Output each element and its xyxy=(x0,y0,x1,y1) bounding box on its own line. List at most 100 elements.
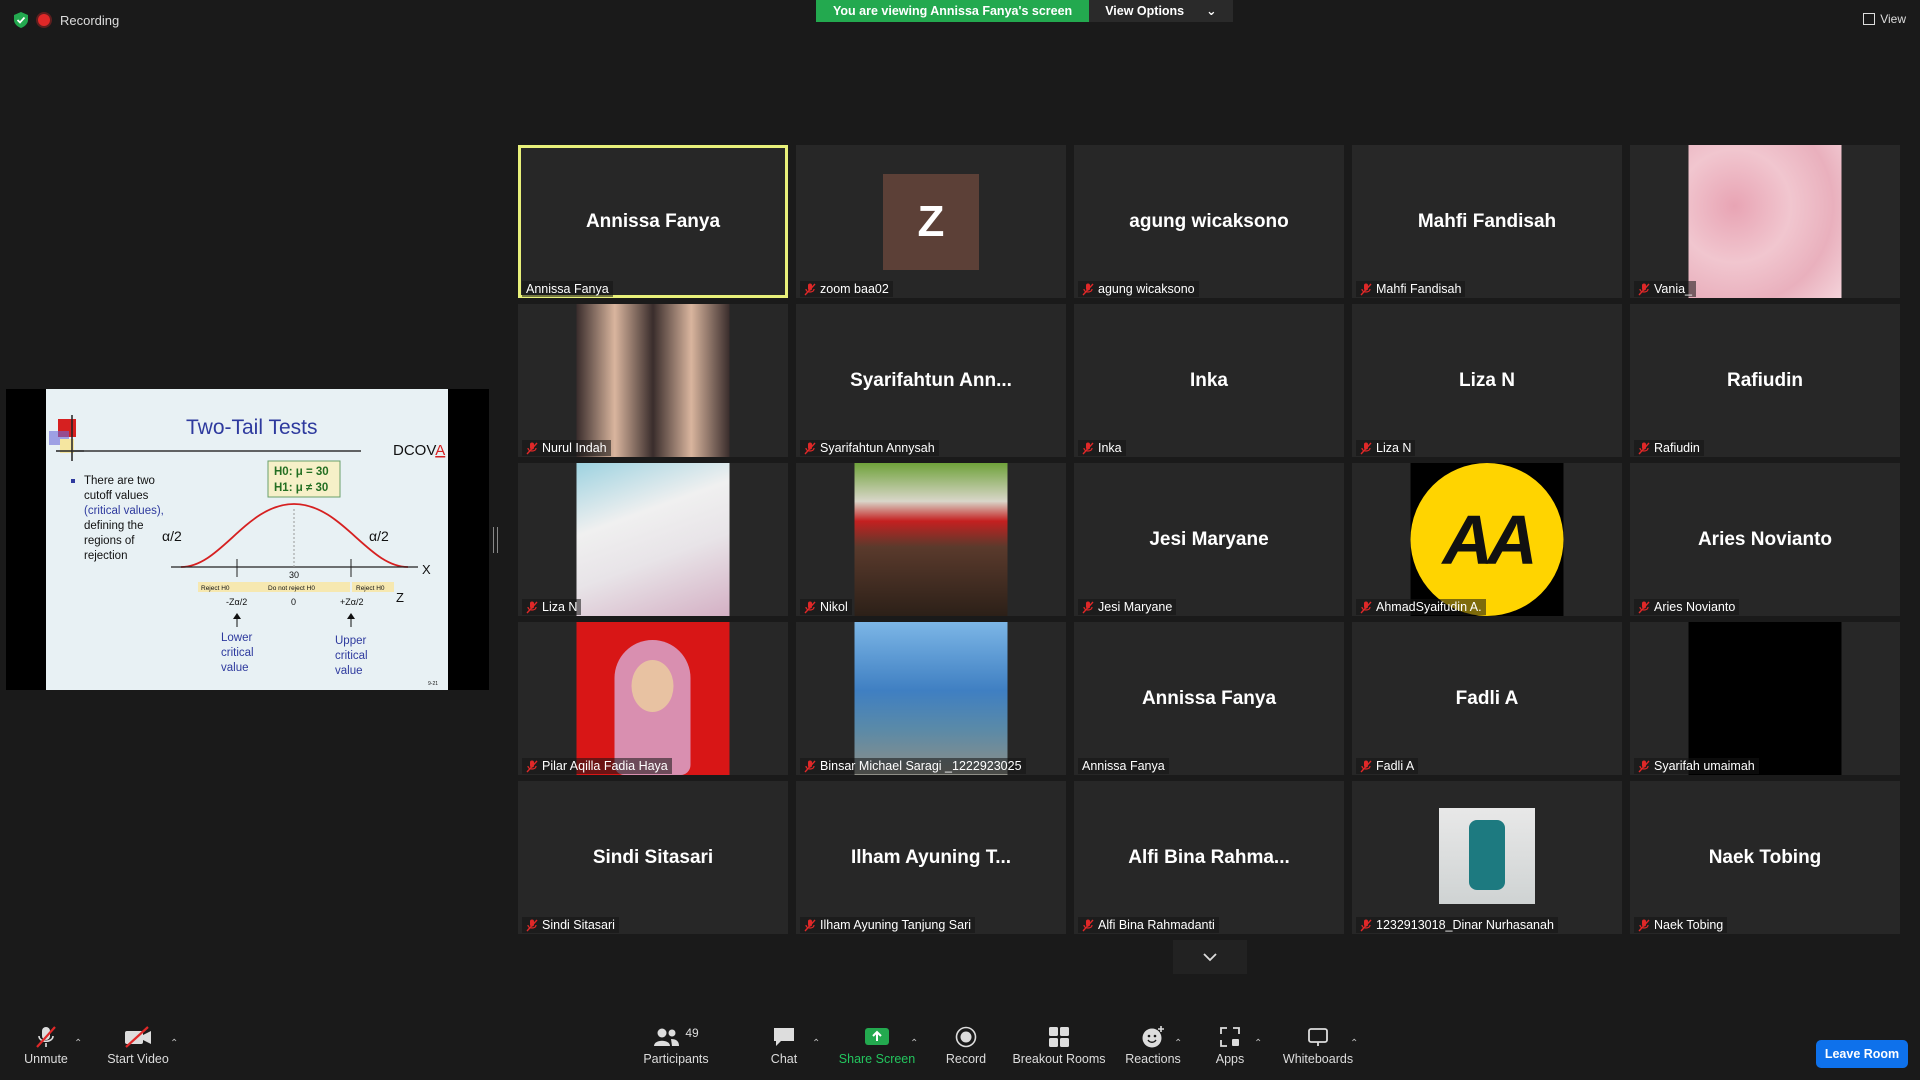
apps-options-caret-icon[interactable]: ⌃ xyxy=(1254,1038,1262,1049)
participant-label: AhmadSyaifudin A. xyxy=(1356,599,1486,615)
view-options-button[interactable]: View Options ⌄ xyxy=(1089,0,1233,22)
slide-upper-3: value xyxy=(335,665,363,677)
participant-tile[interactable]: Ilham Ayuning T... Ilham Ayuning Tanjung … xyxy=(796,781,1066,934)
participants-button[interactable]: 49 Participants xyxy=(640,1022,712,1066)
participant-tile[interactable]: Nikol xyxy=(796,463,1066,616)
participant-tile[interactable]: Liza N Liza N xyxy=(1352,304,1622,457)
recording-label: Recording xyxy=(60,12,120,28)
reactions-label: Reactions xyxy=(1125,1052,1181,1066)
unmute-button[interactable]: Unmute xyxy=(18,1022,74,1066)
participant-tile[interactable]: Fadli A Fadli A xyxy=(1352,622,1622,775)
reactions-options-caret-icon[interactable]: ⌃ xyxy=(1174,1038,1182,1049)
chat-options-caret-icon[interactable]: ⌃ xyxy=(812,1038,820,1049)
participant-tile[interactable]: Inka Inka xyxy=(1074,304,1344,457)
participant-tile[interactable]: Vania_ xyxy=(1630,145,1900,298)
participant-tile[interactable]: Nurul Indah xyxy=(518,304,788,457)
participant-tile[interactable]: Rafiudin Rafiudin xyxy=(1630,304,1900,457)
participant-tile[interactable]: Sindi Sitasari Sindi Sitasari xyxy=(518,781,788,934)
whiteboards-options-caret-icon[interactable]: ⌃ xyxy=(1350,1038,1358,1049)
participant-label: Syarifahtun Annysah xyxy=(800,440,939,456)
participants-label: Participants xyxy=(643,1052,709,1066)
participant-video xyxy=(854,463,1008,616)
avatar: Z xyxy=(883,173,979,270)
participant-name: Liza N xyxy=(1459,369,1515,391)
participant-tile[interactable]: Naek Tobing Naek Tobing xyxy=(1630,781,1900,934)
leave-room-button[interactable]: Leave Room xyxy=(1816,1040,1908,1068)
participant-tile[interactable]: Annissa Fanya Annissa Fanya xyxy=(518,145,788,298)
participant-tile[interactable]: Liza N xyxy=(518,463,788,616)
participant-tile[interactable]: Syarifah umaimah xyxy=(1630,622,1900,775)
participant-tile[interactable]: Mahfi Fandisah Mahfi Fandisah xyxy=(1352,145,1622,298)
more-participants-button[interactable] xyxy=(1173,940,1247,974)
share-screen-icon xyxy=(865,1028,889,1045)
participant-label-text: AhmadSyaifudin A. xyxy=(1376,600,1482,614)
view-button[interactable]: View xyxy=(1863,12,1906,26)
microphone-muted-icon xyxy=(1082,283,1094,296)
breakout-rooms-button[interactable]: Breakout Rooms xyxy=(1012,1022,1106,1066)
participant-tile[interactable]: 1232913018_Dinar Nurhasanah xyxy=(1352,781,1622,934)
share-screen-button[interactable]: Share Screen xyxy=(838,1022,916,1066)
whiteboards-button[interactable]: Whiteboards xyxy=(1282,1022,1354,1066)
recording-indicator[interactable]: Recording xyxy=(14,12,119,28)
view-label: View xyxy=(1880,12,1906,26)
participant-video xyxy=(576,622,730,775)
microphone-muted-icon xyxy=(804,760,816,773)
participant-label: Ilham Ayuning Tanjung Sari xyxy=(800,917,976,933)
slide-do-not-reject: Do not reject H0 xyxy=(268,585,315,592)
chat-button[interactable]: Chat xyxy=(760,1022,808,1066)
shared-screen[interactable]: Two-Tail Tests DCOVA There are two cutof… xyxy=(6,389,489,690)
participant-tile[interactable]: Syarifahtun Ann... Syarifahtun Annysah xyxy=(796,304,1066,457)
participant-tile[interactable]: Annissa Fanya Annissa Fanya xyxy=(1074,622,1344,775)
microphone-muted-icon xyxy=(1360,919,1372,932)
participant-label: zoom baa02 xyxy=(800,281,893,297)
participant-name: Sindi Sitasari xyxy=(592,846,714,868)
microphone-muted-icon xyxy=(1082,919,1094,932)
audio-options-caret-icon[interactable]: ⌃ xyxy=(74,1038,82,1049)
participant-tile[interactable]: Aries Novianto Aries Novianto xyxy=(1630,463,1900,616)
microphone-muted-icon xyxy=(1638,442,1650,455)
participant-label: Annissa Fanya xyxy=(522,281,613,297)
microphone-muted-icon xyxy=(804,601,816,614)
participant-tile[interactable]: agung wicaksono agung wicaksono xyxy=(1074,145,1344,298)
start-video-button[interactable]: Start Video xyxy=(106,1022,170,1066)
video-options-caret-icon[interactable]: ⌃ xyxy=(170,1038,178,1049)
participant-tile[interactable]: Jesi Maryane Jesi Maryane xyxy=(1074,463,1344,616)
participant-name: Naek Tobing xyxy=(1708,846,1822,868)
security-shield-icon[interactable] xyxy=(14,12,28,28)
microphone-muted-icon xyxy=(1638,601,1650,614)
participant-tile[interactable]: Binsar Michael Saragi _1222923025 xyxy=(796,622,1066,775)
split-resize-handle[interactable] xyxy=(493,527,498,553)
participant-tile[interactable]: AA AhmadSyaifudin A. xyxy=(1352,463,1622,616)
participant-video xyxy=(1688,145,1842,298)
slide-bullet-line: defining the xyxy=(84,520,143,532)
participant-label: Alfi Bina Rahmadanti xyxy=(1078,917,1219,933)
participant-label-text: Ilham Ayuning Tanjung Sari xyxy=(820,918,972,932)
participant-name: Rafiudin xyxy=(1727,369,1803,391)
unmute-label: Unmute xyxy=(24,1052,68,1066)
slide-neg-z: -Zα/2 xyxy=(226,597,247,607)
participant-name: Ilham Ayuning T... xyxy=(850,846,1012,868)
participant-tile[interactable]: Pilar Aqilla Fadia Haya xyxy=(518,622,788,775)
apps-button[interactable]: Apps xyxy=(1210,1022,1250,1066)
microphone-muted-icon xyxy=(526,760,538,773)
participant-tile[interactable]: Zzoom baa02 xyxy=(796,145,1066,298)
record-button[interactable]: Record xyxy=(942,1022,990,1066)
participant-label: Vania_ xyxy=(1634,281,1696,297)
microphone-muted-icon xyxy=(1082,601,1094,614)
microphone-muted-icon xyxy=(804,283,816,296)
participant-label: Liza N xyxy=(522,599,582,615)
record-icon xyxy=(955,1026,977,1048)
slide-x-label: X xyxy=(422,562,431,577)
participant-tile[interactable]: Alfi Bina Rahma... Alfi Bina Rahmadanti xyxy=(1074,781,1344,934)
participant-label-text: Pilar Aqilla Fadia Haya xyxy=(542,759,668,773)
participant-label: Rafiudin xyxy=(1634,440,1704,456)
participant-label-text: Fadli A xyxy=(1376,759,1415,773)
slide-lower-2: critical xyxy=(221,647,254,659)
participant-label: agung wicaksono xyxy=(1078,281,1199,297)
chevron-down-icon: ⌄ xyxy=(1206,4,1217,18)
slide-bullet-line: cutoff values xyxy=(84,490,149,502)
share-options-caret-icon[interactable]: ⌃ xyxy=(910,1038,918,1049)
microphone-muted-icon xyxy=(1360,760,1372,773)
slide-zero: 0 xyxy=(291,597,296,607)
avatar: AA xyxy=(1410,463,1564,616)
